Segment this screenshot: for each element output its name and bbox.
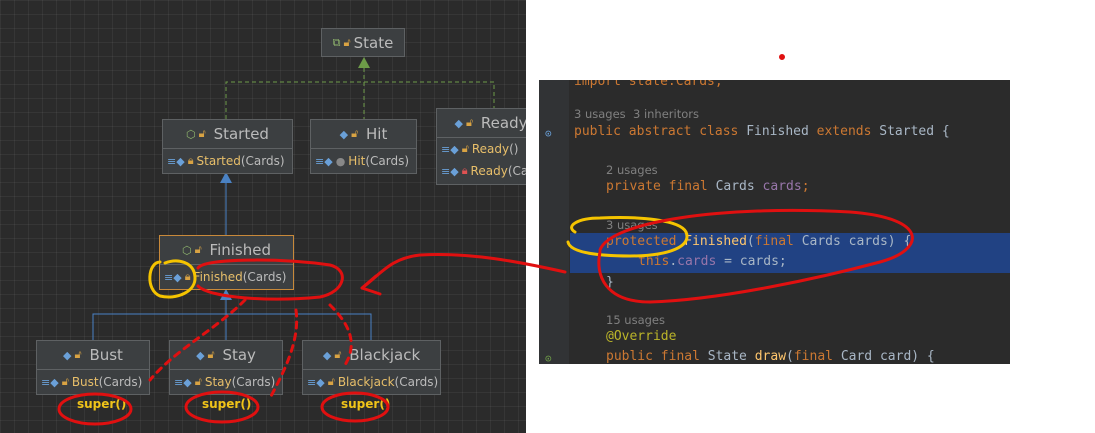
red-arrow-to-code bbox=[360, 252, 567, 296]
red-circle-super-bust bbox=[57, 392, 133, 426]
yellow-circle-code bbox=[566, 216, 689, 258]
red-dashed-link-blackjack bbox=[328, 303, 353, 367]
red-circle-super-blackjack bbox=[320, 391, 390, 423]
hand-drawn-annotations bbox=[57, 54, 914, 426]
red-dashed-link-bust bbox=[148, 298, 247, 382]
red-dot bbox=[779, 54, 785, 60]
yellow-circle-diagram bbox=[148, 259, 197, 299]
red-dashed-link-stay bbox=[268, 308, 299, 400]
red-circle-super-stay bbox=[184, 390, 260, 424]
red-circle-finished-member bbox=[196, 258, 344, 301]
